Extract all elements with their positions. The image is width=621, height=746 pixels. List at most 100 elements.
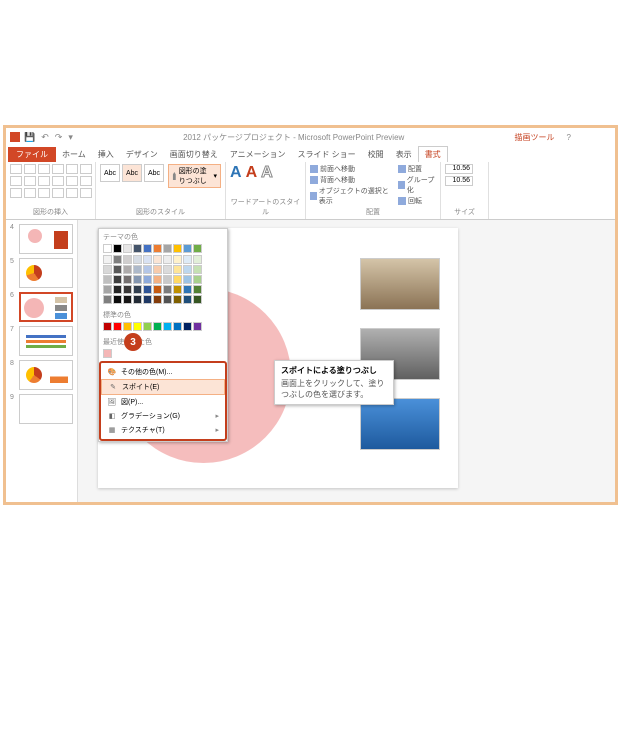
color-swatch[interactable]: [133, 244, 142, 253]
wordart-style[interactable]: A: [246, 164, 258, 182]
selection-pane-button[interactable]: オブジェクトの選択と表示: [310, 186, 390, 206]
thumbnail[interactable]: 6: [10, 292, 73, 322]
color-swatch[interactable]: [193, 255, 202, 264]
shape-style[interactable]: Abc: [100, 164, 120, 182]
thumbnail[interactable]: 7: [10, 326, 73, 356]
color-swatch[interactable]: [143, 285, 152, 294]
shape-fill-button[interactable]: 図形の塗りつぶし ▾: [168, 164, 221, 188]
color-swatch[interactable]: [143, 322, 152, 331]
redo-icon[interactable]: ↷: [55, 132, 63, 143]
menu-gradient[interactable]: ◧グラデーション(G)▸: [101, 409, 225, 423]
slide-image[interactable]: [360, 258, 440, 310]
color-swatch[interactable]: [193, 285, 202, 294]
color-swatch[interactable]: [123, 244, 132, 253]
tab-review[interactable]: 校閲: [362, 147, 390, 162]
color-swatch[interactable]: [113, 285, 122, 294]
color-swatch[interactable]: [103, 265, 112, 274]
color-swatch[interactable]: [123, 275, 132, 284]
color-swatch[interactable]: [103, 349, 112, 358]
shape-style[interactable]: Abc: [122, 164, 142, 182]
color-swatch[interactable]: [153, 285, 162, 294]
send-backward-button[interactable]: 背面へ移動: [310, 175, 390, 185]
color-swatch[interactable]: [163, 255, 172, 264]
shapes-gallery[interactable]: [10, 164, 91, 198]
bring-forward-button[interactable]: 前面へ移動: [310, 164, 390, 174]
color-swatch[interactable]: [123, 322, 132, 331]
color-swatch[interactable]: [193, 244, 202, 253]
color-swatch[interactable]: [173, 244, 182, 253]
color-swatch[interactable]: [183, 244, 192, 253]
color-swatch[interactable]: [173, 322, 182, 331]
slide-canvas[interactable]: 新し ◆人を惹きつける色 ◆魅力的な形 3 テーマの色 標準の色: [78, 220, 615, 502]
color-swatch[interactable]: [123, 285, 132, 294]
wordart-style[interactable]: A: [261, 164, 273, 182]
color-swatch[interactable]: [153, 322, 162, 331]
color-swatch[interactable]: [163, 285, 172, 294]
color-swatch[interactable]: [133, 265, 142, 274]
color-swatch[interactable]: [113, 322, 122, 331]
color-swatch[interactable]: [133, 285, 142, 294]
color-swatch[interactable]: [183, 255, 192, 264]
slide-image[interactable]: [360, 398, 440, 450]
tab-home[interactable]: ホーム: [56, 147, 92, 162]
color-swatch[interactable]: [193, 265, 202, 274]
color-swatch[interactable]: [143, 255, 152, 264]
color-swatch[interactable]: [163, 244, 172, 253]
color-swatch[interactable]: [133, 322, 142, 331]
group-button[interactable]: グループ化: [398, 175, 436, 195]
color-swatch[interactable]: [183, 265, 192, 274]
color-swatch[interactable]: [103, 244, 112, 253]
tab-format[interactable]: 書式: [418, 146, 448, 162]
color-swatch[interactable]: [173, 275, 182, 284]
color-swatch[interactable]: [183, 275, 192, 284]
color-swatch[interactable]: [193, 295, 202, 304]
color-swatch[interactable]: [153, 295, 162, 304]
color-swatch[interactable]: [123, 255, 132, 264]
color-swatch[interactable]: [113, 255, 122, 264]
color-swatch[interactable]: [173, 285, 182, 294]
color-swatch[interactable]: [163, 275, 172, 284]
color-swatch[interactable]: [113, 244, 122, 253]
color-swatch[interactable]: [133, 255, 142, 264]
color-swatch[interactable]: [113, 275, 122, 284]
color-swatch[interactable]: [153, 255, 162, 264]
color-swatch[interactable]: [193, 322, 202, 331]
color-swatch[interactable]: [143, 295, 152, 304]
color-swatch[interactable]: [103, 285, 112, 294]
color-swatch[interactable]: [143, 244, 152, 253]
menu-eyedropper[interactable]: ✎スポイト(E): [101, 379, 225, 395]
undo-icon[interactable]: ↶: [41, 132, 49, 143]
color-swatch[interactable]: [113, 295, 122, 304]
color-swatch[interactable]: [183, 322, 192, 331]
color-swatch[interactable]: [173, 255, 182, 264]
color-swatch[interactable]: [103, 255, 112, 264]
menu-picture[interactable]: 🖼図(P)...: [101, 395, 225, 409]
color-swatch[interactable]: [193, 275, 202, 284]
color-swatch[interactable]: [173, 265, 182, 274]
color-swatch[interactable]: [123, 265, 132, 274]
color-swatch[interactable]: [133, 275, 142, 284]
tab-insert[interactable]: 挿入: [92, 147, 120, 162]
thumbnail[interactable]: 8: [10, 360, 73, 390]
color-swatch[interactable]: [143, 275, 152, 284]
color-swatch[interactable]: [103, 295, 112, 304]
thumbnail[interactable]: 5: [10, 258, 73, 288]
align-button[interactable]: 配置: [398, 164, 436, 174]
color-swatch[interactable]: [153, 265, 162, 274]
color-swatch[interactable]: [163, 265, 172, 274]
color-swatch[interactable]: [153, 244, 162, 253]
color-swatch[interactable]: [183, 295, 192, 304]
tab-animation[interactable]: アニメーション: [224, 147, 292, 162]
tab-design[interactable]: デザイン: [120, 147, 164, 162]
wordart-style[interactable]: A: [230, 164, 242, 182]
color-swatch[interactable]: [113, 265, 122, 274]
color-swatch[interactable]: [153, 275, 162, 284]
color-swatch[interactable]: [103, 275, 112, 284]
color-swatch[interactable]: [163, 322, 172, 331]
help-icon[interactable]: ?: [567, 133, 571, 142]
color-swatch[interactable]: [133, 295, 142, 304]
height-input[interactable]: 10.56: [445, 164, 473, 174]
shape-style[interactable]: Abc: [144, 164, 164, 182]
tab-file[interactable]: ファイル: [8, 147, 56, 162]
qat-more-icon[interactable]: ▾: [68, 132, 73, 143]
